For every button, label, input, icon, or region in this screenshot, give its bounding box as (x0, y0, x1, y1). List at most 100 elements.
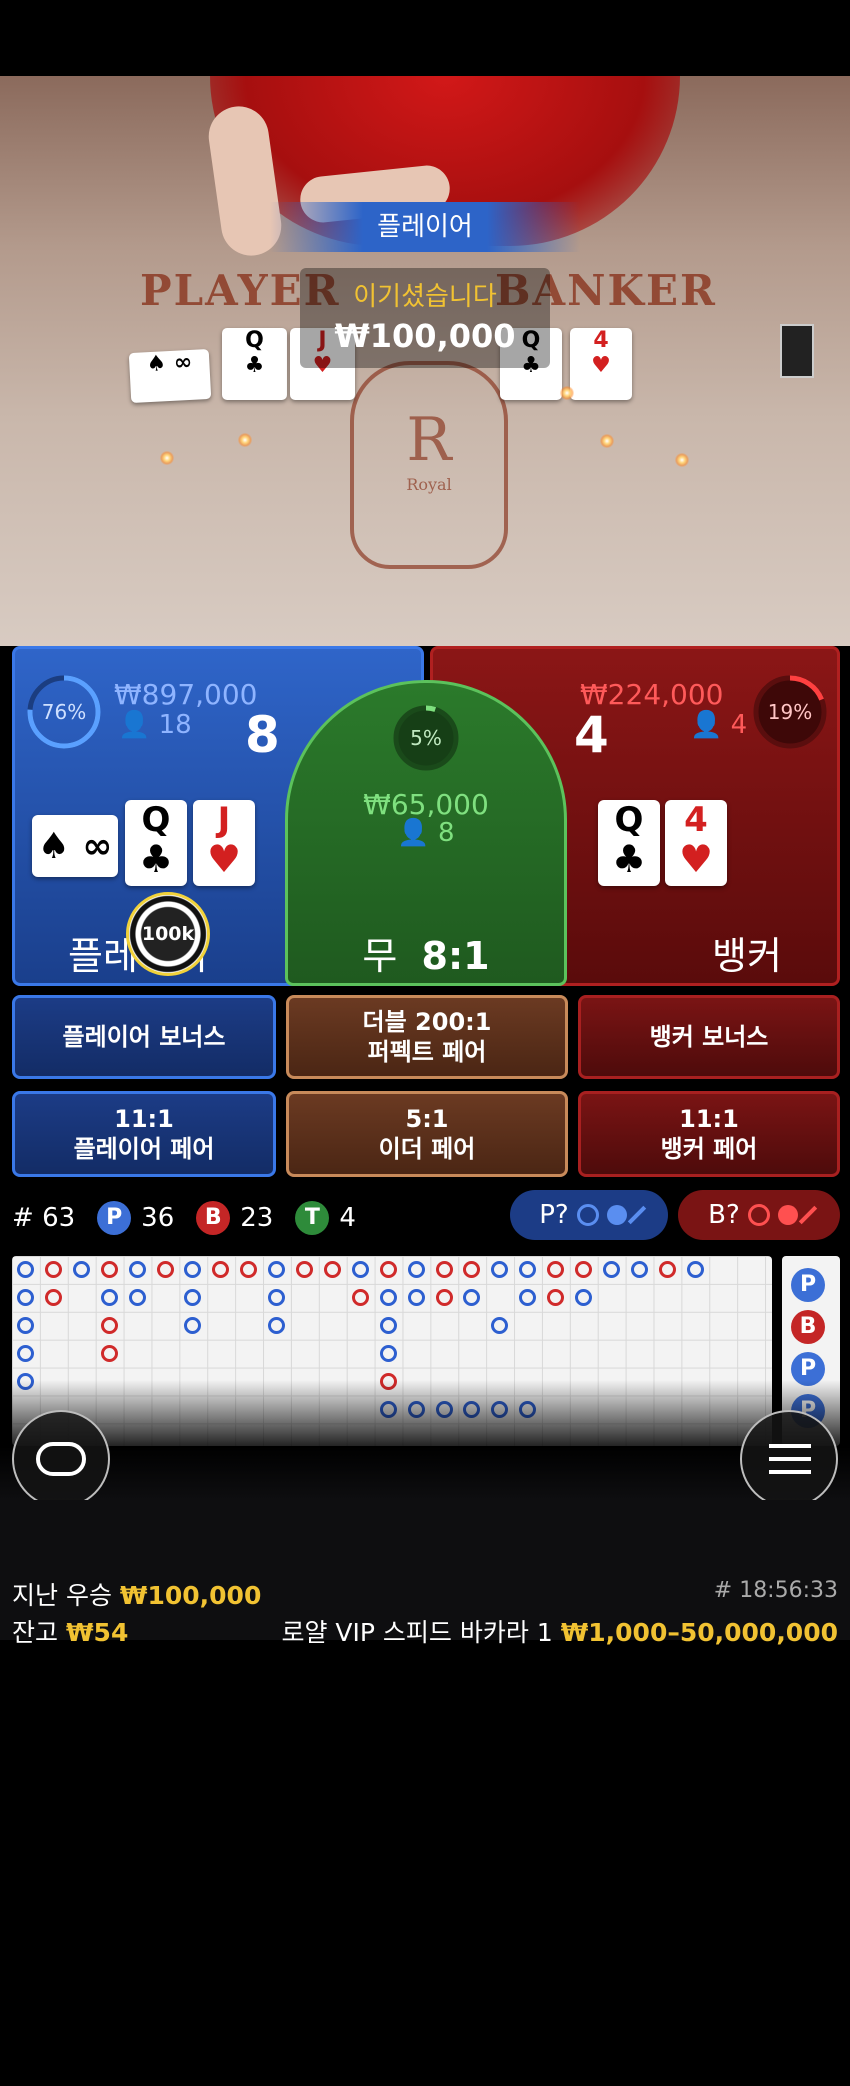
road-bead (323, 1261, 341, 1278)
banker-bettors-count: 4 (730, 710, 748, 740)
road-side-badge-2: B (791, 1310, 825, 1344)
banker-wins-count: 23 (240, 1203, 274, 1233)
road-bead (630, 1261, 648, 1278)
road-bead (128, 1288, 146, 1306)
win-banner: 플레이어 (270, 202, 580, 252)
road-bead (240, 1261, 258, 1278)
road-bead (575, 1288, 592, 1306)
slash-icon (627, 1205, 646, 1225)
last-win: 지난 우승 ₩100,000 (12, 1576, 261, 1612)
banker-pair-button[interactable]: 11:1 뱅커 페어 (578, 1091, 840, 1177)
balance-label: 잔고 (12, 1618, 59, 1647)
road-bead (100, 1288, 118, 1306)
banker-bettors: 👤 4 (690, 710, 747, 740)
banker-score: 4 (574, 706, 609, 764)
banker-card-1: Q ♣ (598, 800, 660, 886)
road-bead (100, 1316, 118, 1334)
sparkle-5 (560, 386, 574, 400)
tie-bettors-count: 8 (438, 818, 455, 848)
road-bead (100, 1344, 118, 1362)
player-percent: 76% (41, 700, 87, 724)
road-bead (17, 1344, 34, 1362)
road-bead (351, 1261, 369, 1278)
road-side-badge-1: P (791, 1268, 825, 1302)
perfect-pair-odds: 더블 200:1 (362, 1008, 492, 1036)
banker-pair-label: 뱅커 페어 (660, 1135, 758, 1163)
road-bead (268, 1261, 286, 1278)
player-predict-label: P? (539, 1200, 569, 1230)
perfect-pair-button[interactable]: 더블 200:1 퍼펙트 페어 (286, 995, 568, 1079)
balance-amount: ₩54 (65, 1618, 129, 1647)
road-bead (17, 1288, 34, 1306)
banker-bonus-label: 뱅커 보너스 (649, 1023, 769, 1051)
filled-circle-icon (606, 1205, 627, 1225)
road-fade (0, 1380, 850, 1500)
win-message: 이기셨습니다 ₩100,000 (300, 268, 550, 368)
road-bead (212, 1261, 230, 1278)
live-video: PLAYER BANKER R Royal ♠ ∞ Q ♣ J ♥ Q ♣ 4 ♥ 플레… (0, 76, 850, 646)
hollow-circle-icon (747, 1204, 770, 1226)
last-win-amount: ₩100,000 (119, 1581, 262, 1610)
round-number: # 63 (12, 1203, 76, 1233)
player-pair-button[interactable]: 11:1 플레이어 페어 (12, 1091, 276, 1177)
player-total-bet: ₩897,000 (114, 678, 258, 711)
road-bead (658, 1261, 676, 1278)
player-pair-odds: 11:1 (114, 1105, 174, 1133)
either-pair-button[interactable]: 5:1 이더 페어 (286, 1091, 568, 1177)
player-bonus-label: 플레이어 보너스 (62, 1023, 226, 1051)
sparkle-4 (675, 453, 689, 467)
player-predict-button[interactable]: P? (510, 1190, 668, 1240)
tie-count: 4 (339, 1203, 356, 1233)
either-pair-odds: 5:1 (405, 1105, 449, 1133)
road-bead (435, 1288, 453, 1306)
banker-predict-button[interactable]: B? (678, 1190, 840, 1240)
road-bead (100, 1261, 118, 1278)
sparkle-2 (238, 433, 252, 447)
road-bead (547, 1261, 565, 1278)
sparkle-3 (600, 434, 614, 448)
player-bonus-button[interactable]: 플레이어 보너스 (12, 995, 276, 1079)
player-card-2: Q ♣ (125, 800, 187, 886)
road-bead (575, 1261, 592, 1278)
player-wins-count: 36 (141, 1203, 175, 1233)
road-bead (156, 1261, 174, 1278)
royal-logo-word: Royal (406, 475, 452, 494)
table-info: 로얄 VIP 스피드 바카라 1 ₩1,000–50,000,000 (281, 1613, 838, 1649)
hollow-circle-icon (576, 1204, 599, 1226)
menu-button[interactable] (740, 1410, 838, 1508)
road-bead (547, 1288, 565, 1306)
sparkle-1 (160, 451, 174, 465)
banker-percent: 19% (767, 700, 813, 724)
road-bead (463, 1288, 481, 1306)
road-bead (379, 1344, 397, 1362)
tie-total-bet: ₩65,000 (363, 788, 489, 821)
banker-badge: B (196, 1201, 231, 1235)
road-bead (351, 1288, 369, 1306)
road-bead (491, 1261, 509, 1278)
road-bead (491, 1316, 509, 1334)
chat-button[interactable] (12, 1410, 110, 1508)
road-bead (379, 1288, 397, 1306)
road-bead (268, 1288, 286, 1306)
table-limits: ₩1,000–50,000,000 (560, 1618, 838, 1647)
road-bead (184, 1261, 202, 1278)
player-card-3: J ♥ (193, 800, 255, 886)
road-bead (72, 1261, 90, 1278)
balance: 잔고 ₩54 (12, 1613, 128, 1649)
road-bead (435, 1261, 453, 1278)
round-time: # 18:56:33 (713, 1578, 838, 1603)
card-shoe (780, 324, 814, 378)
user-icon: 👤 (397, 818, 430, 848)
road-bead (686, 1261, 704, 1278)
tie-badge: T (295, 1201, 330, 1235)
player-bettors-count: 18 (158, 710, 192, 740)
tie-percent: 5% (410, 726, 442, 750)
banker-card-2: 4 ♥ (665, 800, 727, 886)
player-pair-label: 플레이어 페어 (73, 1135, 215, 1163)
chip-100k[interactable]: 100k (126, 892, 210, 976)
road-bead (17, 1261, 34, 1278)
banker-bonus-button[interactable]: 뱅커 보너스 (578, 995, 840, 1079)
menu-icon (769, 1444, 811, 1474)
road-bead (296, 1261, 313, 1278)
chat-icon (36, 1442, 86, 1476)
